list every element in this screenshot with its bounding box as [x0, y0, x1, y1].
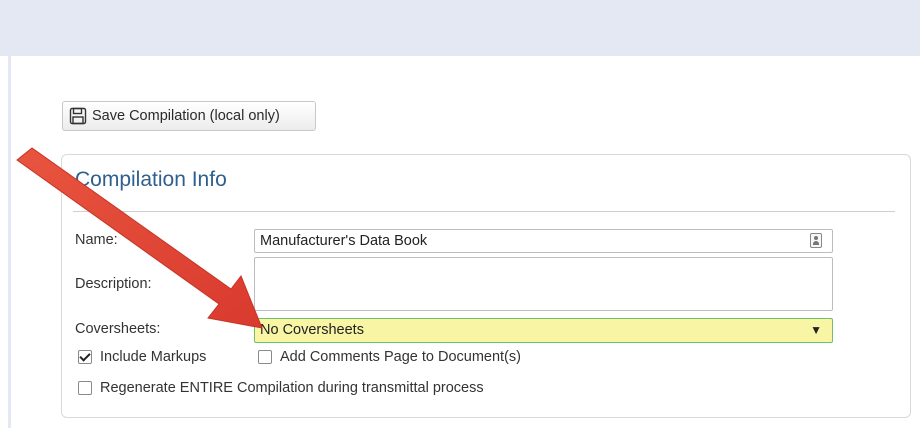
top-bar: [0, 0, 920, 56]
name-label: Name:: [75, 232, 118, 248]
description-field[interactable]: [254, 257, 833, 311]
include-markups-checkbox[interactable]: [78, 350, 92, 364]
save-icon: [69, 107, 87, 125]
regenerate-label: Regenerate ENTIRE Compilation during tra…: [100, 380, 484, 396]
add-comments-row[interactable]: Add Comments Page to Document(s): [258, 349, 521, 365]
coversheets-select[interactable]: No Coversheets ▼: [254, 318, 833, 343]
add-comments-checkbox[interactable]: [258, 350, 272, 364]
panel-title: Compilation Info: [75, 168, 227, 191]
coversheets-selected-value: No Coversheets: [260, 322, 364, 338]
save-compilation-button[interactable]: Save Compilation (local only): [62, 101, 316, 131]
include-markups-label: Include Markups: [100, 349, 207, 365]
name-field[interactable]: Manufacturer's Data Book: [254, 229, 833, 253]
name-value: Manufacturer's Data Book: [260, 233, 428, 249]
coversheets-label: Coversheets:: [75, 321, 161, 337]
add-comments-label: Add Comments Page to Document(s): [280, 349, 521, 365]
regenerate-row[interactable]: Regenerate ENTIRE Compilation during tra…: [78, 380, 484, 396]
save-compilation-label: Save Compilation (local only): [92, 108, 280, 124]
include-markups-row[interactable]: Include Markups: [78, 349, 206, 365]
dropdown-arrow-icon: ▼: [810, 323, 822, 337]
regenerate-checkbox[interactable]: [78, 381, 92, 395]
panel-divider: [73, 211, 895, 212]
left-border: [8, 56, 11, 428]
contact-card-icon[interactable]: [810, 233, 822, 248]
description-label: Description:: [75, 276, 152, 292]
